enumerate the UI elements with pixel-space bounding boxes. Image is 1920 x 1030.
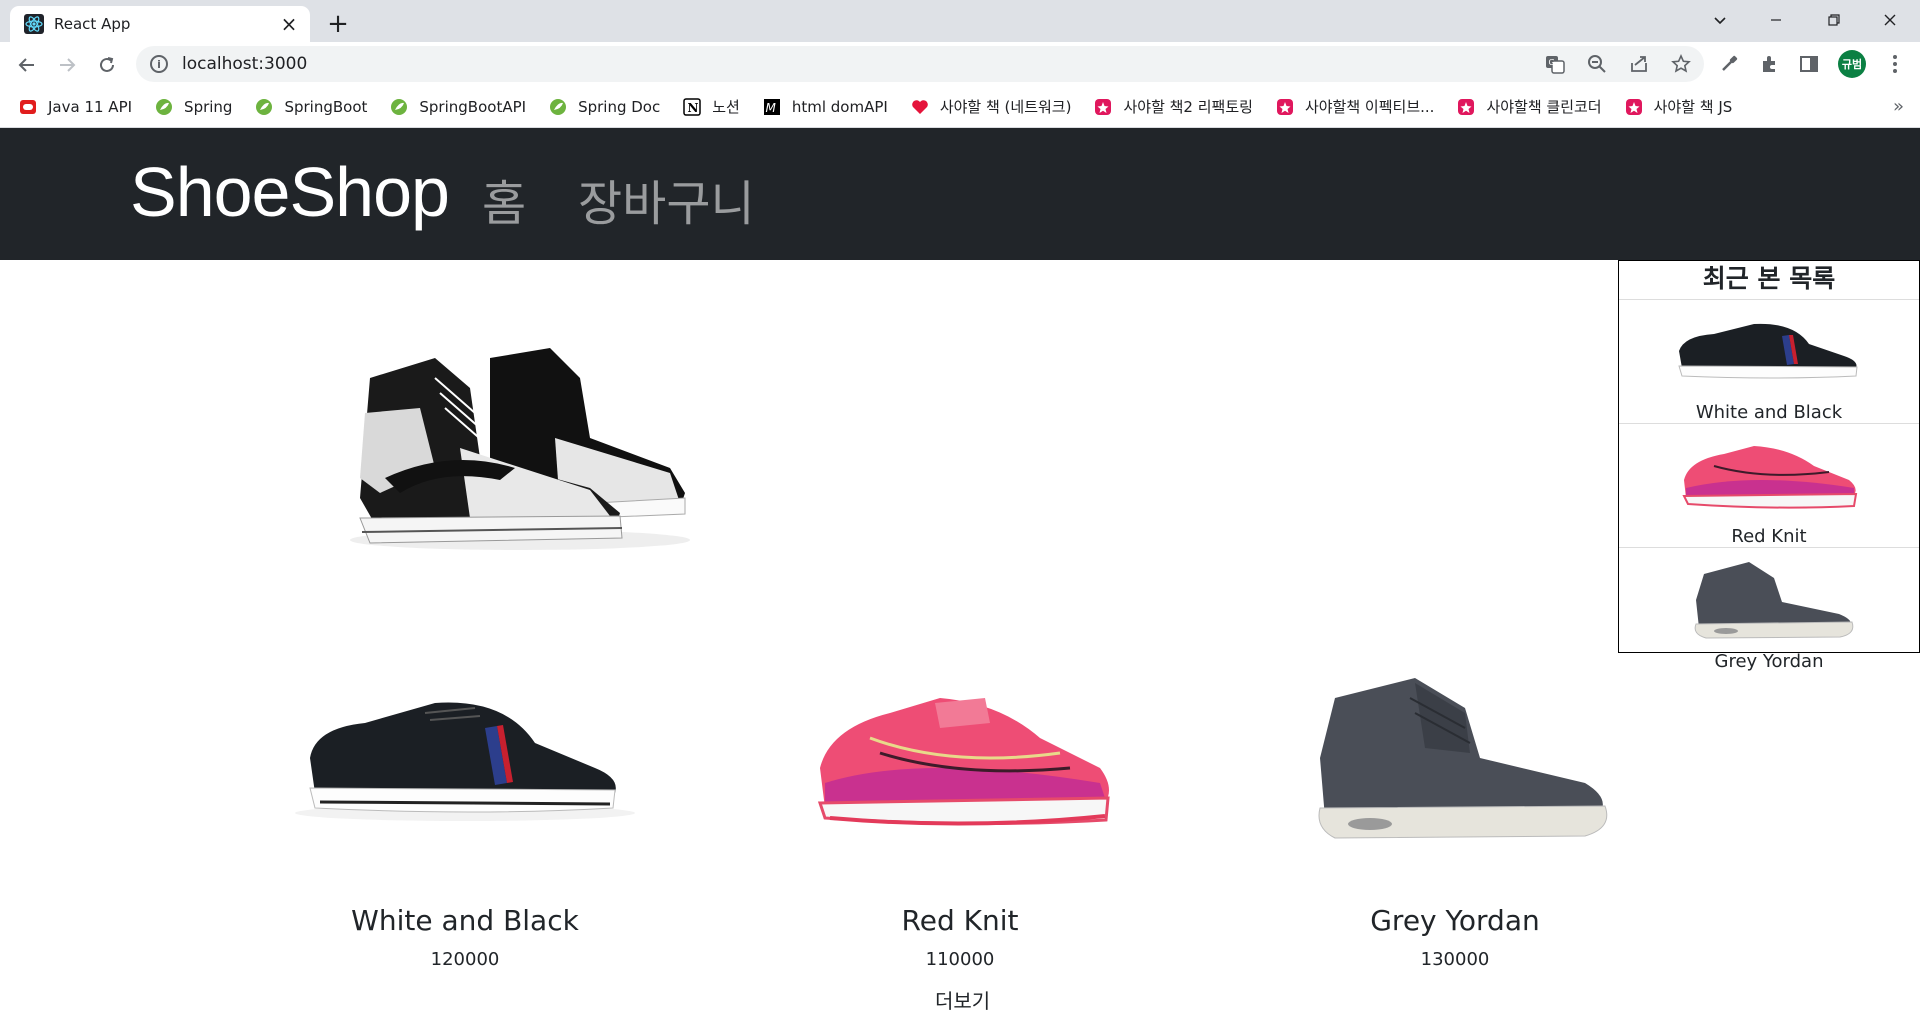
side-panel-icon[interactable] (1798, 53, 1820, 75)
nav-link-home[interactable]: 홈 (482, 164, 526, 234)
close-window-button[interactable] (1862, 0, 1918, 40)
reload-button[interactable] (92, 50, 122, 80)
hero-sneaker-image (350, 348, 690, 550)
recent-item[interactable]: Grey Yordan (1619, 554, 1919, 672)
spring-icon (154, 97, 174, 117)
black-sneaker-image (295, 702, 635, 821)
bookmark-label: Spring Doc (578, 97, 661, 116)
avatar[interactable]: 규범 (1838, 50, 1866, 78)
bookmark-label: Java 11 API (48, 97, 133, 116)
bookmark-label: 사야할 책 (네트워크) (939, 98, 1072, 116)
browser-toolbar: i localhost:3000 G 규범 (0, 42, 1920, 86)
share-icon[interactable] (1628, 53, 1650, 75)
bookmark-item[interactable]: Spring Doc (548, 97, 660, 117)
bookmark-label: 노션 (712, 98, 740, 116)
bookmark-item[interactable]: SpringBoot (254, 97, 367, 117)
bookmark-label: SpringBoot (284, 97, 368, 116)
bookmark-item[interactable]: 사야할책 이펙티브... (1275, 96, 1434, 117)
product-title: Red Knit (901, 904, 1019, 937)
bookmark-label: 사야할 책2 리팩토링 (1123, 98, 1253, 116)
app-navbar: ShoeShop 홈 장바구니 (0, 128, 1920, 260)
svg-text:M: M (765, 101, 776, 115)
product-card[interactable]: White and Black 120000 (265, 658, 665, 970)
recent-item[interactable]: Red Knit (1619, 430, 1919, 548)
chevron-down-icon[interactable] (1692, 0, 1748, 40)
translate-icon[interactable]: G (1544, 53, 1566, 75)
svg-text:N: N (688, 101, 699, 115)
zoom-icon[interactable] (1586, 53, 1608, 75)
minimize-button[interactable] (1748, 0, 1804, 40)
recent-item-name: Grey Yordan (1714, 651, 1824, 672)
address-bar[interactable]: i localhost:3000 G (136, 46, 1704, 82)
react-icon (24, 14, 44, 34)
bookmark-item[interactable]: 사야할책 클린코더 (1456, 96, 1602, 117)
heart-icon (910, 97, 930, 117)
pink-running-shoe-thumbnail (1682, 446, 1858, 509)
spring-icon (254, 97, 274, 117)
nav-link-cart[interactable]: 장바구니 (578, 164, 755, 234)
eyedropper-icon[interactable] (1718, 53, 1740, 75)
product-title: Grey Yordan (1370, 904, 1540, 937)
product-title: White and Black (351, 904, 579, 937)
bookmark-item[interactable]: 사야할 책2 리팩토링 (1093, 96, 1253, 117)
bookmark-label: 사야할책 클린코더 (1486, 98, 1602, 116)
close-icon[interactable]: × (278, 12, 300, 36)
bookmark-label: 사야할책 이펙티브... (1304, 98, 1435, 116)
recent-item-name: Red Knit (1731, 526, 1807, 547)
bookmark-label: SpringBootAPI (419, 97, 527, 116)
bookmark-label: html domAPI (791, 97, 888, 116)
forward-button[interactable] (52, 50, 82, 80)
spring-icon (548, 97, 568, 117)
black-sneaker-thumbnail (1678, 323, 1858, 379)
product-price: 130000 (1420, 949, 1490, 970)
bookmark-app-icon (1093, 97, 1113, 117)
bookmark-item[interactable]: Java 11 API (18, 97, 132, 117)
bookmark-item[interactable]: N 노션 (682, 96, 740, 117)
recent-panel-title: 최근 본 목록 (1619, 261, 1919, 300)
product-card[interactable]: Grey Yordan 130000 (1255, 658, 1655, 970)
svg-text:G: G (1549, 58, 1555, 67)
bookmark-label: Spring (184, 97, 233, 116)
menu-dots-icon[interactable] (1884, 53, 1906, 75)
bookmark-item[interactable]: SpringBootAPI (389, 97, 526, 117)
info-icon[interactable]: i (150, 55, 168, 73)
pink-running-shoe-image (817, 698, 1110, 826)
grey-highcut-thumbnail (1694, 562, 1854, 639)
chevron-right-icon[interactable]: » (1893, 96, 1904, 117)
brand-logo[interactable]: ShoeShop (130, 152, 450, 232)
oracle-icon (18, 97, 38, 117)
new-tab-button[interactable]: + (322, 8, 354, 40)
recent-viewed-panel: 최근 본 목록 White and Black Red Knit Grey Yo… (1618, 260, 1920, 672)
product-price: 120000 (430, 949, 500, 970)
restore-button[interactable] (1806, 0, 1862, 40)
product-price: 110000 (925, 949, 995, 970)
browser-tabstrip: React App × + (0, 0, 1920, 42)
bookmark-label: 사야할 책 JS (1653, 98, 1733, 116)
more-button[interactable]: 더보기 (935, 985, 990, 1014)
mdn-icon: M (762, 97, 782, 117)
bookmark-item[interactable]: 사야할 책 JS (1624, 96, 1733, 117)
browser-tab[interactable]: React App × (10, 6, 310, 42)
recent-item[interactable]: White and Black (1619, 306, 1919, 424)
grey-highcut-image (1318, 678, 1608, 839)
bookmark-app-icon (1456, 97, 1476, 117)
main-content: White and Black 120000 Red Knit 110000 G… (0, 260, 1920, 1030)
bookmark-item[interactable]: Mhtml domAPI (762, 97, 888, 117)
spring-icon (389, 97, 409, 117)
product-card[interactable]: Red Knit 110000 (760, 658, 1160, 970)
bookmark-item[interactable]: 사야할 책 (네트워크) (910, 96, 1072, 117)
bookmark-app-icon (1275, 97, 1295, 117)
bookmarks-bar: Java 11 API Spring SpringBoot SpringBootAPI… (0, 86, 1920, 128)
tab-title: React App (54, 15, 131, 33)
bookmark-app-icon (1624, 97, 1644, 117)
recent-item-name: White and Black (1695, 402, 1843, 423)
extensions-icon[interactable] (1758, 53, 1780, 75)
url-text: localhost:3000 (182, 54, 308, 74)
back-button[interactable] (12, 50, 42, 80)
notion-icon: N (682, 97, 702, 117)
bookmark-item[interactable]: Spring (154, 97, 232, 117)
star-icon[interactable] (1670, 53, 1692, 75)
